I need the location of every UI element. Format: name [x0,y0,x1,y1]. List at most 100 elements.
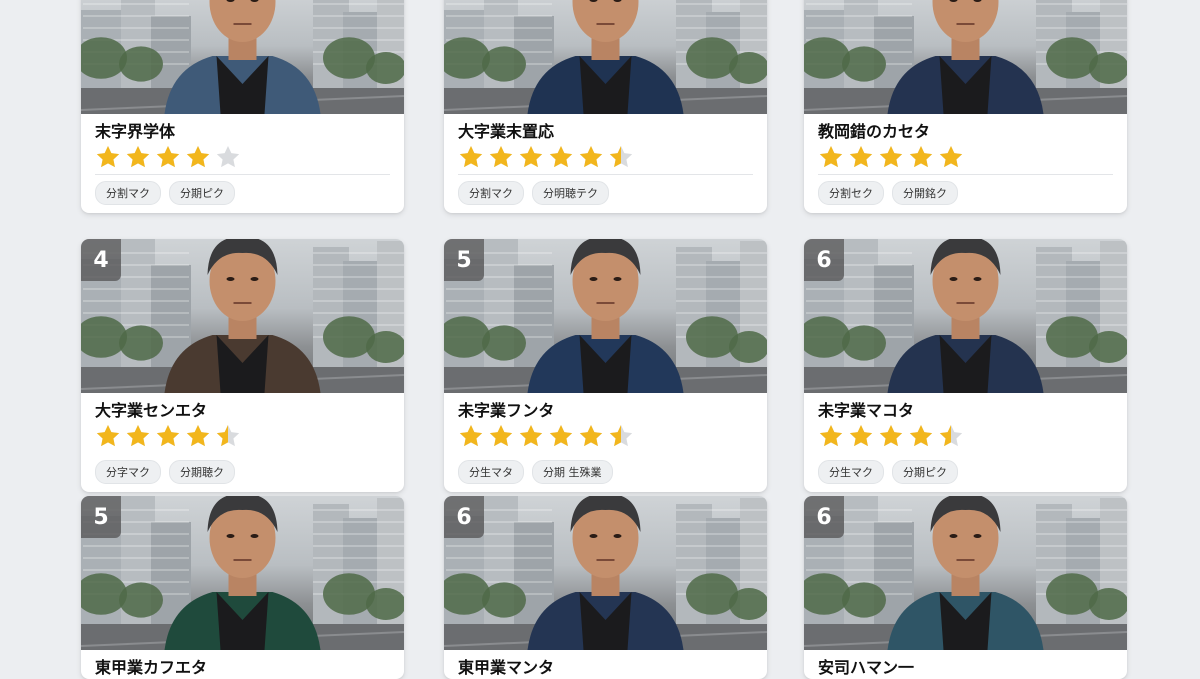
star-icon [489,424,513,447]
rank-badge: 6 [444,496,484,538]
star-rating [458,144,753,170]
star-rating [818,423,1113,449]
profile-card-2[interactable]: 大字業末置応 分割マク 分明聴テク [444,0,767,213]
star-icon [459,145,483,168]
profile-photo: 6 [444,496,767,650]
card-name: 東甲業マンタ [458,658,555,677]
star-icon [849,424,873,447]
star-icon [186,145,210,168]
star-icon [519,145,543,168]
star-icon [579,145,603,168]
star-icon [126,424,150,447]
star-icon [879,145,903,168]
card-name: 未字業マコタ [818,401,915,420]
star-icon [96,424,120,447]
card-name: 教岡錯のカセタ [818,122,931,141]
card-name: 安司ハマン一 [818,658,915,677]
tag-chip[interactable]: 分期聴ク [169,460,235,484]
profile-card-3[interactable]: 教岡錯のカセタ 分割セク 分開銘ク [804,0,1127,213]
rank-badge: 6 [804,239,844,281]
star-icon [909,145,933,168]
portrait-image [444,239,767,393]
card-name: 大字業センエタ [95,401,208,420]
profile-photo [444,0,767,114]
star-icon [126,145,150,168]
tag-chip[interactable]: 分割セク [818,181,884,205]
star-icon [519,424,543,447]
profile-card-8[interactable]: 6 東甲業マンタ [444,496,767,679]
star-icon [186,424,210,447]
portrait-image [804,496,1127,650]
tag-chip[interactable]: 分期 生殊業 [532,460,613,484]
profile-card-5[interactable]: 5 未字業フンタ 分生マタ 分期 生殊業 [444,239,767,492]
card-name: 未字業フンタ [458,401,555,420]
tag-chip[interactable]: 分割マク [95,181,161,205]
portrait-image [444,496,767,650]
profile-card-6[interactable]: 6 未字業マコタ 分生マク 分期ピク [804,239,1127,492]
star-icon [549,424,573,447]
profile-card-grid: 末字界学体 分割マク 分期ピク 大字業末置応 分割マク 分明聴テク 教岡錯のカセ… [0,0,1200,679]
card-name: 大字業末置応 [458,122,555,141]
star-icon [909,424,933,447]
profile-photo: 5 [81,496,404,650]
card-divider [818,174,1113,175]
tag-list: 分生マタ 分期 生殊業 [458,460,753,492]
tag-list: 分割セク 分開銘ク [818,181,1113,213]
card-name: 末字界学体 [95,122,176,141]
tag-chip[interactable]: 分開銘ク [892,181,958,205]
portrait-image [804,0,1127,114]
tag-chip[interactable]: 分生マク [818,460,884,484]
portrait-image [81,0,404,114]
tag-chip[interactable]: 分明聴テク [532,181,609,205]
portrait-image [804,239,1127,393]
star-icon [156,424,180,447]
tag-chip[interactable]: 分期ピク [892,460,958,484]
star-rating [95,423,390,449]
profile-card-1[interactable]: 末字界学体 分割マク 分期ピク [81,0,404,213]
star-rating [95,144,390,170]
portrait-image [81,239,404,393]
star-icon [609,424,633,447]
star-icon [216,424,240,447]
tag-chip[interactable]: 分字マク [95,460,161,484]
star-icon [819,424,843,447]
star-icon [216,145,240,168]
profile-photo [81,0,404,114]
tag-chip[interactable]: 分期ピク [169,181,235,205]
profile-card-4[interactable]: 4 大字業センエタ 分字マク 分期聴ク [81,239,404,492]
card-divider [818,453,1113,454]
star-icon [609,145,633,168]
star-icon [939,145,963,168]
profile-card-7[interactable]: 5 東甲業カフエタ [81,496,404,679]
card-divider [458,174,753,175]
tag-chip[interactable]: 分生マタ [458,460,524,484]
portrait-image [81,496,404,650]
star-icon [579,424,603,447]
profile-photo: 4 [81,239,404,393]
card-name: 東甲業カフエタ [95,658,208,677]
tag-list: 分生マク 分期ピク [818,460,1113,492]
rank-badge: 6 [804,496,844,538]
profile-card-9[interactable]: 6 安司ハマン一 [804,496,1127,679]
star-icon [489,145,513,168]
rank-badge: 5 [81,496,121,538]
star-icon [549,145,573,168]
star-icon [849,145,873,168]
tag-list: 分字マク 分期聴ク [95,460,390,492]
card-divider [458,453,753,454]
profile-photo [804,0,1127,114]
profile-photo: 6 [804,239,1127,393]
card-divider [95,174,390,175]
star-icon [879,424,903,447]
tag-list: 分割マク 分期ピク [95,181,390,213]
profile-photo: 6 [804,496,1127,650]
tag-list: 分割マク 分明聴テク [458,181,753,213]
star-icon [819,145,843,168]
card-divider [95,453,390,454]
tag-chip[interactable]: 分割マク [458,181,524,205]
portrait-image [444,0,767,114]
star-icon [939,424,963,447]
star-rating [818,144,1113,170]
star-icon [96,145,120,168]
star-icon [459,424,483,447]
